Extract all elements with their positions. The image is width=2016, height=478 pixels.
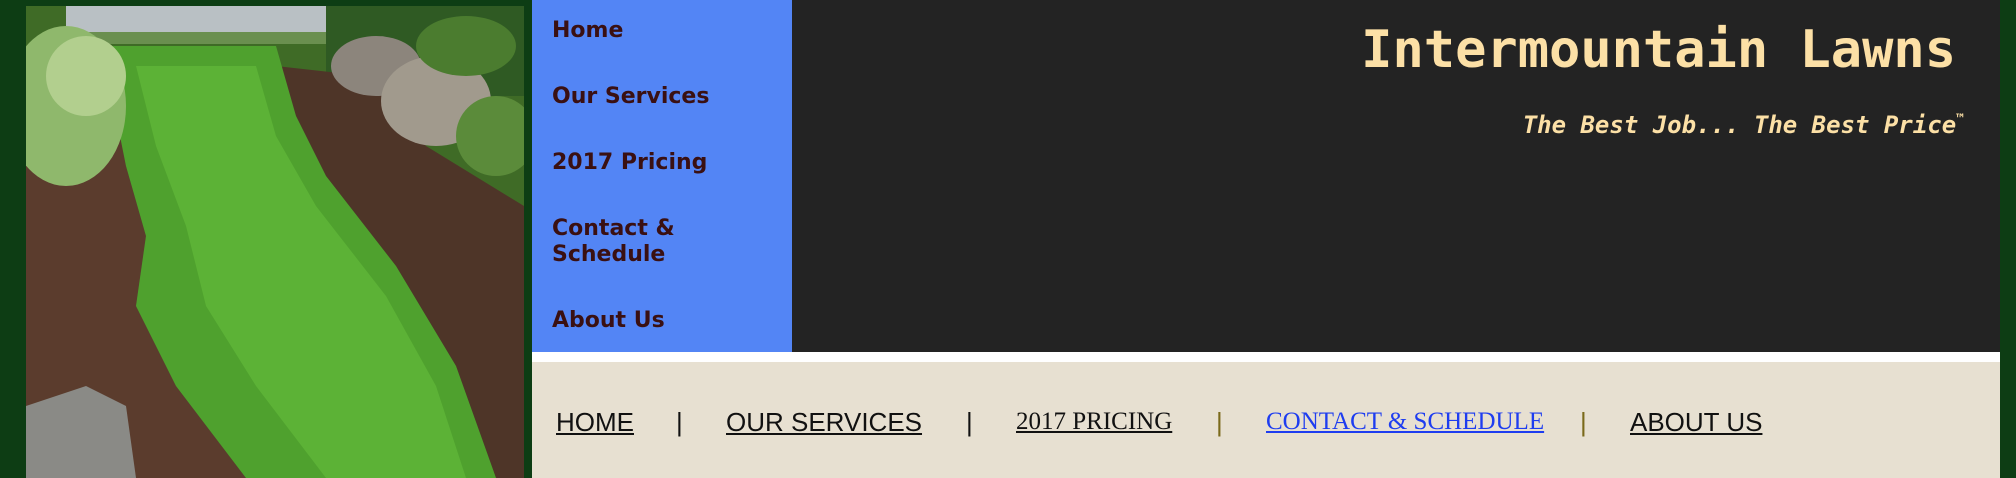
- bottom-nav-about-us[interactable]: ABOUT US: [1630, 406, 1762, 438]
- bottom-nav: HOME | OUR SERVICES | 2017 PRICING | CON…: [532, 362, 2000, 478]
- site-tagline: The Best Job... The Best Price™: [1523, 104, 1964, 141]
- side-nav-contact-schedule[interactable]: Contact & Schedule: [552, 216, 702, 268]
- site-header: Intermountain Lawns The Best Job... The …: [792, 0, 2000, 352]
- side-nav-home[interactable]: Home: [552, 18, 772, 44]
- side-nav: Home Our Services 2017 Pricing Contact &…: [532, 0, 792, 352]
- site-title: Intermountain Lawns: [1361, 20, 1956, 80]
- bottom-nav-separator: |: [966, 407, 973, 437]
- tagline-text: The Best Job... The Best Price: [1522, 111, 1957, 139]
- bottom-nav-separator: |: [676, 407, 683, 437]
- page-border-right: [2000, 0, 2016, 478]
- bottom-nav-2017-pricing[interactable]: 2017 PRICING: [1016, 406, 1172, 438]
- side-nav-2017-pricing[interactable]: 2017 Pricing: [552, 150, 772, 176]
- side-nav-about-us[interactable]: About Us: [552, 308, 772, 334]
- bottom-nav-separator: |: [1580, 407, 1587, 437]
- bottom-nav-separator: |: [1216, 407, 1223, 437]
- bottom-nav-our-services[interactable]: OUR SERVICES: [726, 406, 922, 438]
- lawn-photo: [26, 6, 524, 478]
- lawn-photo-image: [26, 6, 524, 478]
- bottom-nav-home[interactable]: HOME: [556, 406, 634, 438]
- bottom-nav-contact-schedule[interactable]: CONTACT & SCHEDULE: [1266, 406, 1544, 438]
- trademark-symbol: ™: [1956, 112, 1964, 127]
- side-nav-our-services[interactable]: Our Services: [552, 84, 772, 110]
